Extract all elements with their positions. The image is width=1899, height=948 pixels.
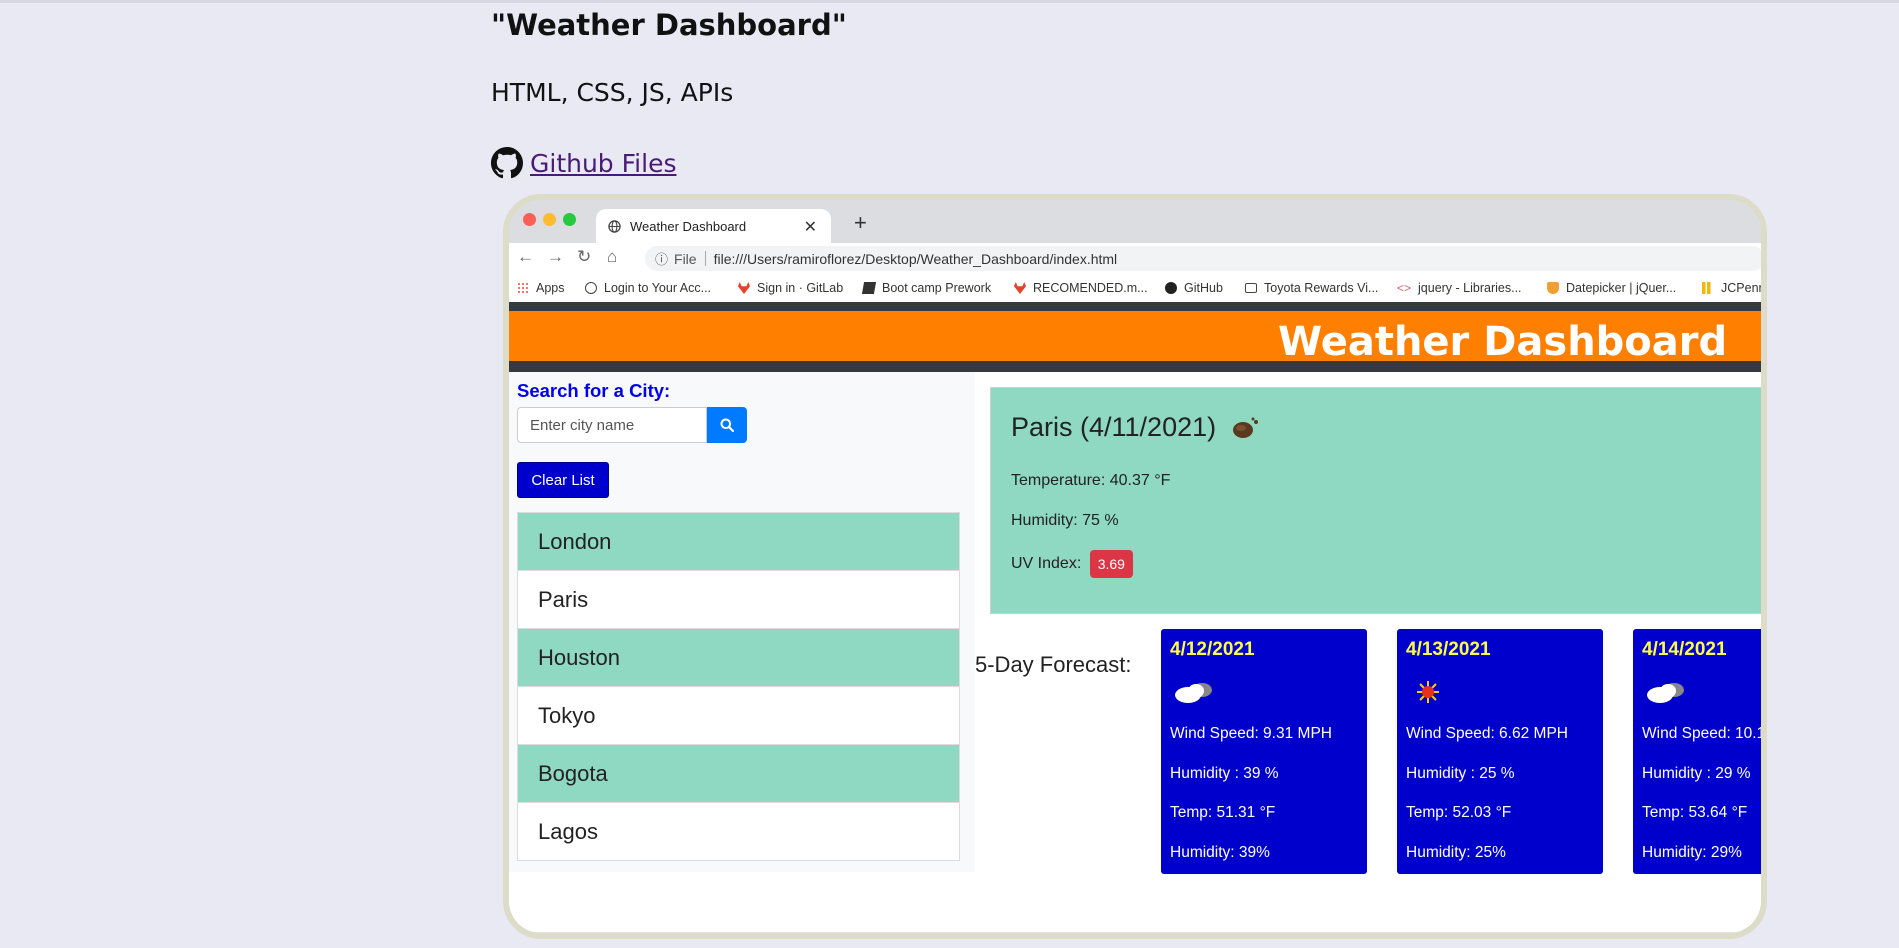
screenshot-frame: Weather Dashboard ✕ + ← → ↻ ⌂ ⓘ File fil… xyxy=(503,194,1767,939)
chart-icon xyxy=(1702,282,1714,294)
minimize-window-dot[interactable] xyxy=(543,213,556,226)
search-label: Search for a City: xyxy=(517,380,671,401)
forecast-humidity-percent: Humidity: 39% xyxy=(1170,844,1270,861)
current-temperature: Temperature: 40.37 °F xyxy=(1011,472,1171,489)
uv-index-row: UV Index: 3.69 xyxy=(1011,550,1133,578)
city-item-tokyo[interactable]: Tokyo xyxy=(517,686,960,745)
web-page: Weather Dashboard Search for a City: Cle… xyxy=(509,302,1761,932)
bookmark-github[interactable]: GitHub xyxy=(1165,281,1223,295)
uv-index-label: UV Index: xyxy=(1011,555,1082,573)
close-window-dot[interactable] xyxy=(523,213,536,226)
github-files-link[interactable]: Github Files xyxy=(530,149,676,178)
forecast-card: 4/13/2021 Wind Speed: 6.62 MPH Humidity … xyxy=(1397,629,1603,874)
browser-tab[interactable]: Weather Dashboard ✕ xyxy=(596,209,831,243)
sidebar: Search for a City: Clear List London Par… xyxy=(509,372,975,872)
search-button[interactable] xyxy=(707,407,747,443)
forecast-humidity: Humidity : 39 % xyxy=(1170,765,1279,782)
shield-icon xyxy=(1547,282,1559,294)
code-icon: <> xyxy=(1397,281,1412,295)
back-icon[interactable]: ← xyxy=(517,247,534,267)
globe-icon xyxy=(585,282,597,294)
forecast-wind: Wind Speed: 10.18 xyxy=(1642,725,1767,742)
gitlab-icon xyxy=(738,282,750,294)
top-divider xyxy=(0,0,1899,3)
forecast-card: 4/12/2021 Wind Speed: 9.31 MPH Humidity … xyxy=(1161,629,1367,874)
search-icon xyxy=(720,418,734,432)
bookmark-apps[interactable]: Apps xyxy=(517,281,565,295)
forecast-temp: Temp: 51.31 °F xyxy=(1170,804,1276,821)
forecast-wind: Wind Speed: 6.62 MPH xyxy=(1406,725,1568,742)
close-tab-icon[interactable]: ✕ xyxy=(804,217,817,237)
city-item-houston[interactable]: Houston xyxy=(517,628,960,687)
clear-list-button[interactable]: Clear List xyxy=(517,462,609,498)
forecast-label: 5-Day Forecast: xyxy=(975,652,1132,677)
forecast-humidity: Humidity : 29 % xyxy=(1642,765,1751,782)
bookmark-login[interactable]: Login to Your Acc... xyxy=(585,281,711,295)
info-icon[interactable]: ⓘ xyxy=(655,249,668,268)
project-tech: HTML, CSS, JS, APIs xyxy=(491,78,734,107)
book-icon xyxy=(861,282,877,294)
city-history-list: London Paris Houston Tokyo Bogota Lagos xyxy=(517,512,960,861)
forecast-humidity-percent: Humidity: 25% xyxy=(1406,844,1506,861)
cloud-icon xyxy=(1175,683,1212,703)
header-band: Weather Dashboard xyxy=(509,302,1761,372)
bookmark-recomended[interactable]: RECOMENDED.m... xyxy=(1014,281,1148,295)
cloud-icon xyxy=(1647,683,1684,703)
bookmark-jquery[interactable]: <> jquery - Libraries... xyxy=(1397,281,1522,295)
forecast-temp: Temp: 53.64 °F xyxy=(1642,804,1748,821)
forecast-humidity-percent: Humidity: 29% xyxy=(1642,844,1742,861)
city-item-london[interactable]: London xyxy=(517,512,960,571)
forecast-date: 4/12/2021 xyxy=(1170,639,1255,660)
globe-icon xyxy=(608,219,621,233)
project-title: "Weather Dashboard" xyxy=(491,8,847,42)
forward-icon[interactable]: → xyxy=(547,247,564,267)
current-humidity: Humidity: 75 % xyxy=(1011,512,1119,529)
sun-icon xyxy=(1417,681,1439,703)
forecast-card: 4/14/2021 Wind Speed: 10.18 Humidity : 2… xyxy=(1633,629,1767,874)
bookmark-bootcamp[interactable]: Boot camp Prework xyxy=(861,281,991,295)
current-weather-card: Paris (4/11/2021) Temperature: 40.37 °F … xyxy=(990,387,1761,614)
bookmarks-bar: Apps Login to Your Acc... Sign in · GitL… xyxy=(509,274,1761,303)
address-url: file:///Users/ramiroflorez/Desktop/Weath… xyxy=(713,250,1118,267)
new-tab-button[interactable]: + xyxy=(854,210,867,236)
browser-tab-bar: Weather Dashboard ✕ + xyxy=(509,200,1761,243)
uv-index-badge: 3.69 xyxy=(1089,550,1133,578)
home-icon[interactable]: ⌂ xyxy=(607,247,617,267)
forecast-wind: Wind Speed: 9.31 MPH xyxy=(1170,725,1332,742)
forecast-humidity: Humidity : 25 % xyxy=(1406,765,1515,782)
app-header-title: Weather Dashboard xyxy=(1278,319,1728,365)
bookmark-datepicker[interactable]: Datepicker | jQuer... xyxy=(1547,281,1676,295)
city-item-bogota[interactable]: Bogota xyxy=(517,744,960,803)
address-bar[interactable]: ⓘ File file:///Users/ramiroflorez/Deskto… xyxy=(645,246,1761,271)
tab-title: Weather Dashboard xyxy=(630,218,747,234)
apps-grid-icon xyxy=(517,282,529,294)
bookmark-gitlab[interactable]: Sign in · GitLab xyxy=(738,281,843,295)
address-prefix: File xyxy=(674,250,697,267)
gitlab-icon xyxy=(1014,282,1026,294)
github-icon xyxy=(491,147,523,179)
maximize-window-dot[interactable] xyxy=(563,213,576,226)
city-search-input[interactable] xyxy=(517,407,707,443)
address-bar-row: ← → ↻ ⌂ ⓘ File file:///Users/ramiroflore… xyxy=(509,243,1761,274)
city-item-paris[interactable]: Paris xyxy=(517,570,960,629)
forecast-temp: Temp: 52.03 °F xyxy=(1406,804,1512,821)
address-separator xyxy=(704,251,706,266)
weather-icon xyxy=(1233,417,1259,438)
bookmark-toyota[interactable]: Toyota Rewards Vi... xyxy=(1245,281,1378,295)
current-weather-title: Paris (4/11/2021) xyxy=(1011,412,1217,442)
forecast-date: 4/13/2021 xyxy=(1406,639,1491,660)
github-icon xyxy=(1165,282,1177,294)
forecast-date: 4/14/2021 xyxy=(1642,639,1727,660)
current-weather-title-row: Paris (4/11/2021) xyxy=(1011,412,1260,443)
reload-icon[interactable]: ↻ xyxy=(577,247,591,267)
github-link-row[interactable]: Github Files xyxy=(491,145,676,181)
city-item-lagos[interactable]: Lagos xyxy=(517,802,960,861)
header-orange-bar: Weather Dashboard xyxy=(509,311,1761,365)
bookmark-jcpenn[interactable]: JCPenn xyxy=(1702,281,1761,295)
card-icon xyxy=(1245,283,1257,293)
